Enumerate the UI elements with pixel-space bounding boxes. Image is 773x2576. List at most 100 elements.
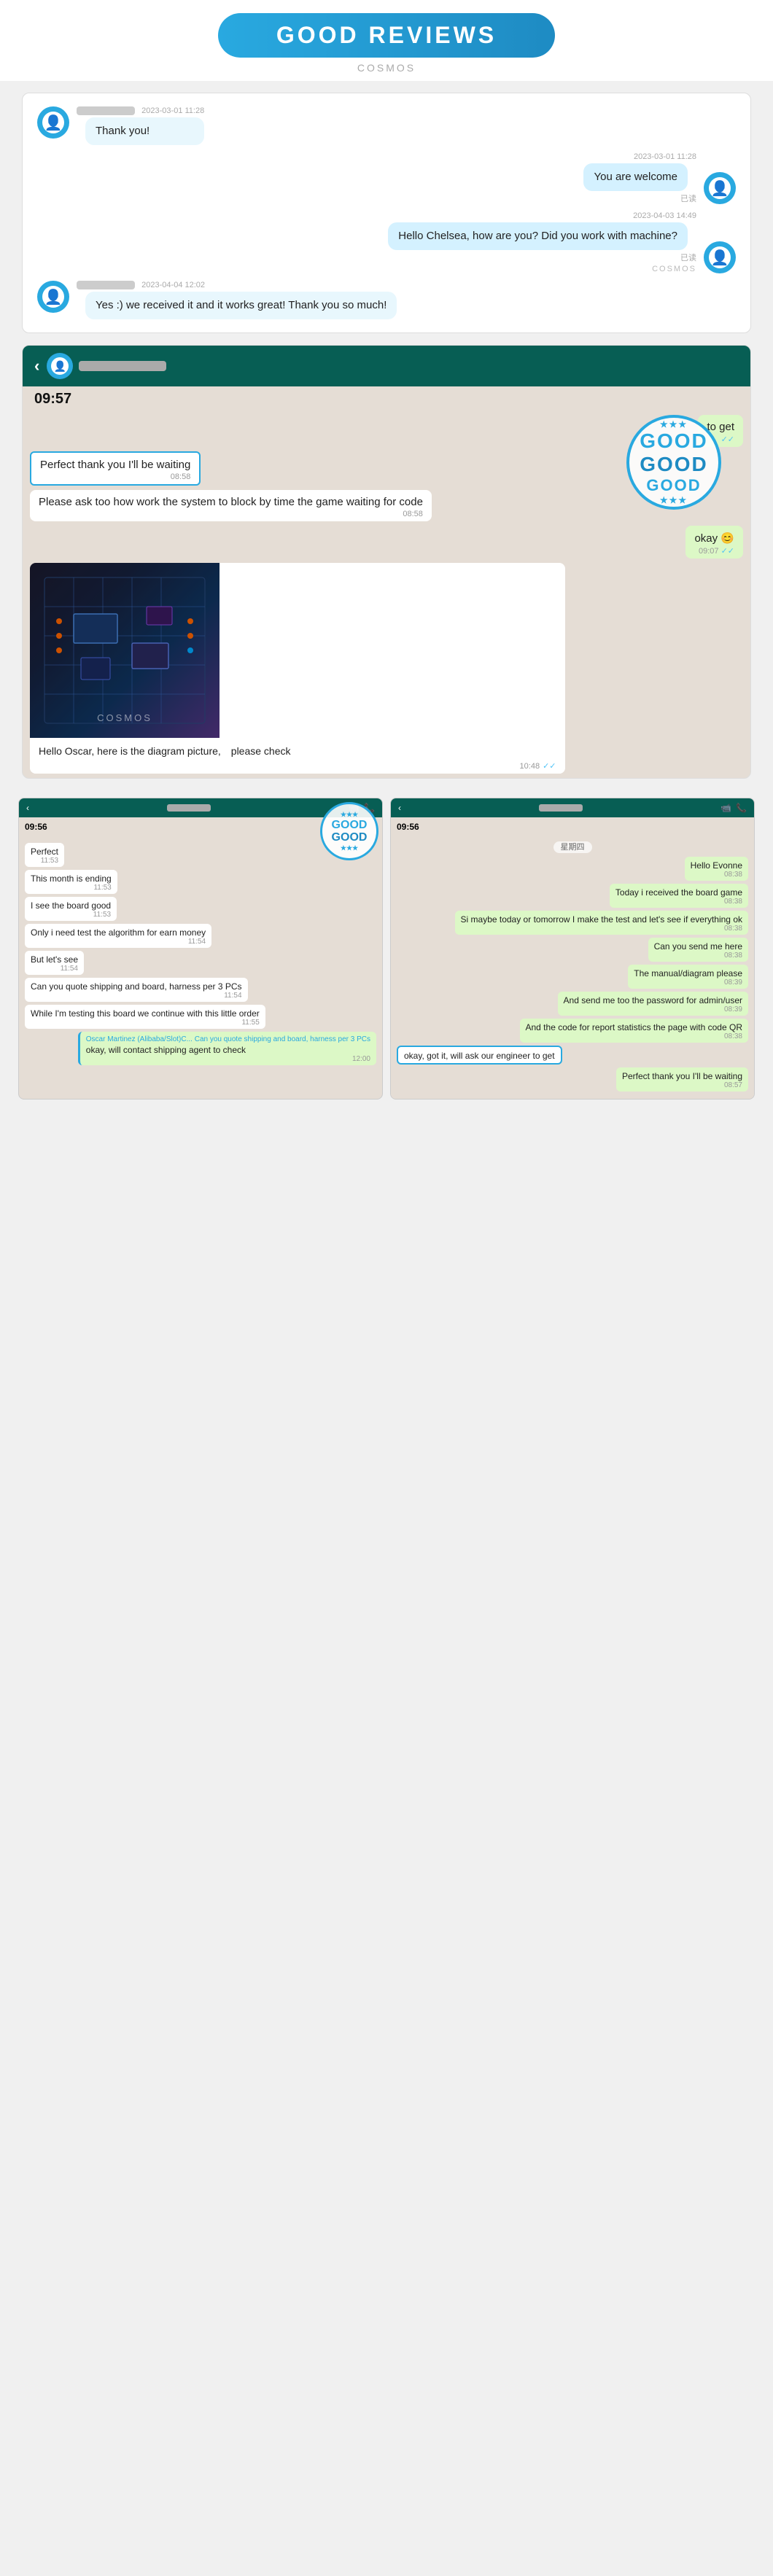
read-label-2: 已读 (388, 252, 696, 263)
wa-msg-1-time: 08:58 (40, 472, 190, 481)
pr-bubble-5: And send me too the password for admin/u… (558, 992, 748, 1016)
avatar-left-1: 👤 (37, 106, 69, 139)
chat1-bubble-3: Hello Chelsea, how are you? Did you work… (388, 222, 688, 250)
wa-image-caption: Hello Oscar, here is the diagram picture… (39, 745, 291, 757)
chat-box-1: 👤 2023-03-01 11:28 Thank you! 2023-03-01… (22, 93, 751, 333)
good-reviews-badge: GOOD REVIEWS (218, 13, 555, 58)
pl-bubble-0: Perfect 11:53 (25, 843, 64, 867)
chat1-row4-meta: 2023-04-04 12:02 (77, 281, 397, 289)
stamp-good-2: GOOD (332, 831, 368, 844)
chat1-row3-meta: 2023-04-03 14:49 (388, 211, 696, 220)
good-stamp-text: GOOD (640, 429, 708, 453)
wa-image-row: COSMOS Hello Oscar, here is the diagram … (30, 563, 743, 774)
dual-screenshots: ‹ 📹 📞 09:56 ★★★ GOOD GOOD ★★★ Perf (0, 790, 773, 1107)
phone-right-body: 星期四 Hello Evonne 08:38 Today i received … (391, 836, 754, 1099)
header-section: GOOD REVIEWS COSMOS (0, 0, 773, 81)
wa-msg-3-time: 09:07 ✓✓ (694, 546, 734, 556)
good-stamp: ★★★ GOOD GOOD GOOD ★★★ (626, 415, 721, 510)
chat1-msg-1: Thank you! (96, 125, 149, 137)
read-label-1: 已读 (583, 192, 696, 204)
avatar-right-2: 👤 (704, 241, 736, 273)
wa-image-container: COSMOS Hello Oscar, here is the diagram … (30, 563, 565, 774)
cosmos-img-watermark: COSMOS (97, 712, 152, 723)
video-icon-r[interactable]: 📹 (720, 803, 731, 813)
user-icon-2: 👤 (711, 179, 729, 198)
wa-image-check: ✓✓ (543, 761, 556, 771)
wa-msg-1-text: Perfect thank you I'll be waiting (40, 459, 190, 471)
wa-contact-name (79, 361, 166, 371)
pr-bubble-3: Can you send me here 08:38 (648, 938, 748, 962)
phone-right-header: ‹ 📹 📞 (391, 798, 754, 817)
day-label: 星期四 (397, 841, 748, 852)
wa-check-3: ✓✓ (721, 547, 734, 556)
chat1-msg-2: You are welcome (594, 171, 677, 183)
chat1-bubble-1: Thank you! (85, 117, 204, 145)
wa-check-0: ✓✓ (721, 435, 734, 444)
pl-bubble-5: Can you quote shipping and board, harnes… (25, 978, 248, 1002)
wa-bubble-2: Please ask too how work the system to bl… (30, 490, 432, 521)
cosmos-watermark-1: COSMOS (388, 265, 696, 273)
wa-chat-body: ★★★ GOOD GOOD GOOD ★★★ to get ✓✓ Perfect… (23, 408, 750, 774)
wa-header: ‹ 👤 (23, 346, 750, 386)
pr-bubble-8: Perfect thank you I'll be waiting 08:57 (616, 1067, 748, 1092)
user-icon-4: 👤 (44, 288, 63, 306)
phone-left: ‹ 📹 📞 09:56 ★★★ GOOD GOOD ★★★ Perf (18, 798, 383, 1100)
chat1-row2-meta: 2023-03-01 11:28 (583, 152, 696, 161)
pr-bubble-0: Hello Evonne 08:38 (685, 857, 748, 881)
cosmos-watermark-header: COSMOS (0, 62, 773, 74)
chat1-bubble-4: Yes :) we received it and it works great… (85, 292, 397, 319)
phone-left-msgs: Perfect 11:53 This month is ending 11:53… (25, 843, 376, 1068)
pl-bubble-3: Only i need test the algorithm for earn … (25, 924, 211, 948)
phone-right-time: 09:56 (397, 822, 419, 832)
wa-msg-row-3: okay 😊 09:07 ✓✓ (30, 526, 743, 559)
pl-quoted-text: Oscar Martinez (Alibaba/Slot)C... Can yo… (86, 1035, 370, 1043)
pr-bubble-1: Today i received the board game 08:38 (610, 884, 748, 908)
wa-msg-2-time: 08:58 (39, 510, 423, 518)
wa-user-icon: 👤 (54, 360, 66, 373)
pl-bubble-1: This month is ending 11:53 (25, 870, 117, 894)
circuit-svg (30, 563, 220, 738)
phone-right-name-blur (539, 804, 583, 812)
pr-bubble-4: The manual/diagram please 08:39 (628, 965, 748, 989)
good-stamp-text2: GOOD (640, 453, 708, 476)
wa-image-time: 10:48 (520, 762, 540, 771)
wa-avatar: 👤 (47, 353, 73, 379)
wa-time-display: 09:57 (34, 391, 71, 407)
phone-right-back[interactable]: ‹ (398, 803, 401, 813)
name-blur-2 (77, 281, 135, 289)
wa-msg-2-text: Please ask too how work the system to bl… (39, 496, 423, 508)
good-stamp-text3: GOOD (646, 476, 701, 495)
phone-right: ‹ 📹 📞 09:56 星期四 Hello Evonne 08:38 (390, 798, 755, 1100)
wa-image-caption-row: Hello Oscar, here is the diagram picture… (30, 738, 565, 774)
stamp-good-1: GOOD (332, 819, 368, 832)
chat1-bubble-2: You are welcome (583, 163, 688, 191)
pr-bubble-2: Si maybe today or tomorrow I make the te… (455, 911, 748, 935)
phone-left-back[interactable]: ‹ (26, 803, 29, 813)
phone-left-time: 09:56 (25, 822, 47, 832)
wa-circuit-image: COSMOS (30, 563, 220, 738)
phone-left-name-blur (167, 804, 211, 812)
chat1-msg-3: Hello Chelsea, how are you? Did you work… (398, 230, 677, 242)
chat1-row1-timestamp: 2023-03-01 11:28 (141, 106, 204, 115)
pr-bubble-7: okay, got it, will ask our engineer to g… (397, 1046, 562, 1065)
name-blur-1 (77, 106, 135, 115)
pr-bubble-6: And the code for report statistics the p… (520, 1019, 749, 1043)
wa-bubble-3: okay 😊 09:07 ✓✓ (685, 526, 743, 559)
pl-bubble-quoted: Oscar Martinez (Alibaba/Slot)C... Can yo… (78, 1032, 376, 1065)
phone-left-body: ★★★ GOOD GOOD ★★★ Perfect 11:53 This mon… (19, 836, 382, 1073)
chat1-row4-timestamp: 2023-04-04 12:02 (141, 281, 205, 289)
good-stamp-small-left: ★★★ GOOD GOOD ★★★ (320, 802, 378, 860)
pl-bubble-2: I see the board good 11:53 (25, 897, 117, 921)
pl-bubble-6: While I'm testing this board we continue… (25, 1005, 265, 1029)
chat1-msg-4: Yes :) we received it and it works great… (96, 299, 386, 311)
back-button[interactable]: ‹ (34, 357, 39, 375)
wa-msg-3-text: okay 😊 (694, 532, 734, 545)
user-icon-1: 👤 (44, 114, 63, 132)
chat1-row1-meta: 2023-03-01 11:28 (77, 106, 204, 115)
pl-bubble-4: But let's see 11:54 (25, 951, 84, 975)
wa-bubble-1: Perfect thank you I'll be waiting 08:58 (30, 451, 201, 486)
phone-icon-r[interactable]: 📞 (736, 803, 747, 813)
wa-chat-section: ‹ 👤 09:57 ★★★ GOOD GOOD GOOD ★★★ to get … (22, 345, 751, 779)
phone-right-msgs: Hello Evonne 08:38 Today i received the … (397, 857, 748, 1094)
wa-msg-0-text: to get (707, 421, 734, 433)
